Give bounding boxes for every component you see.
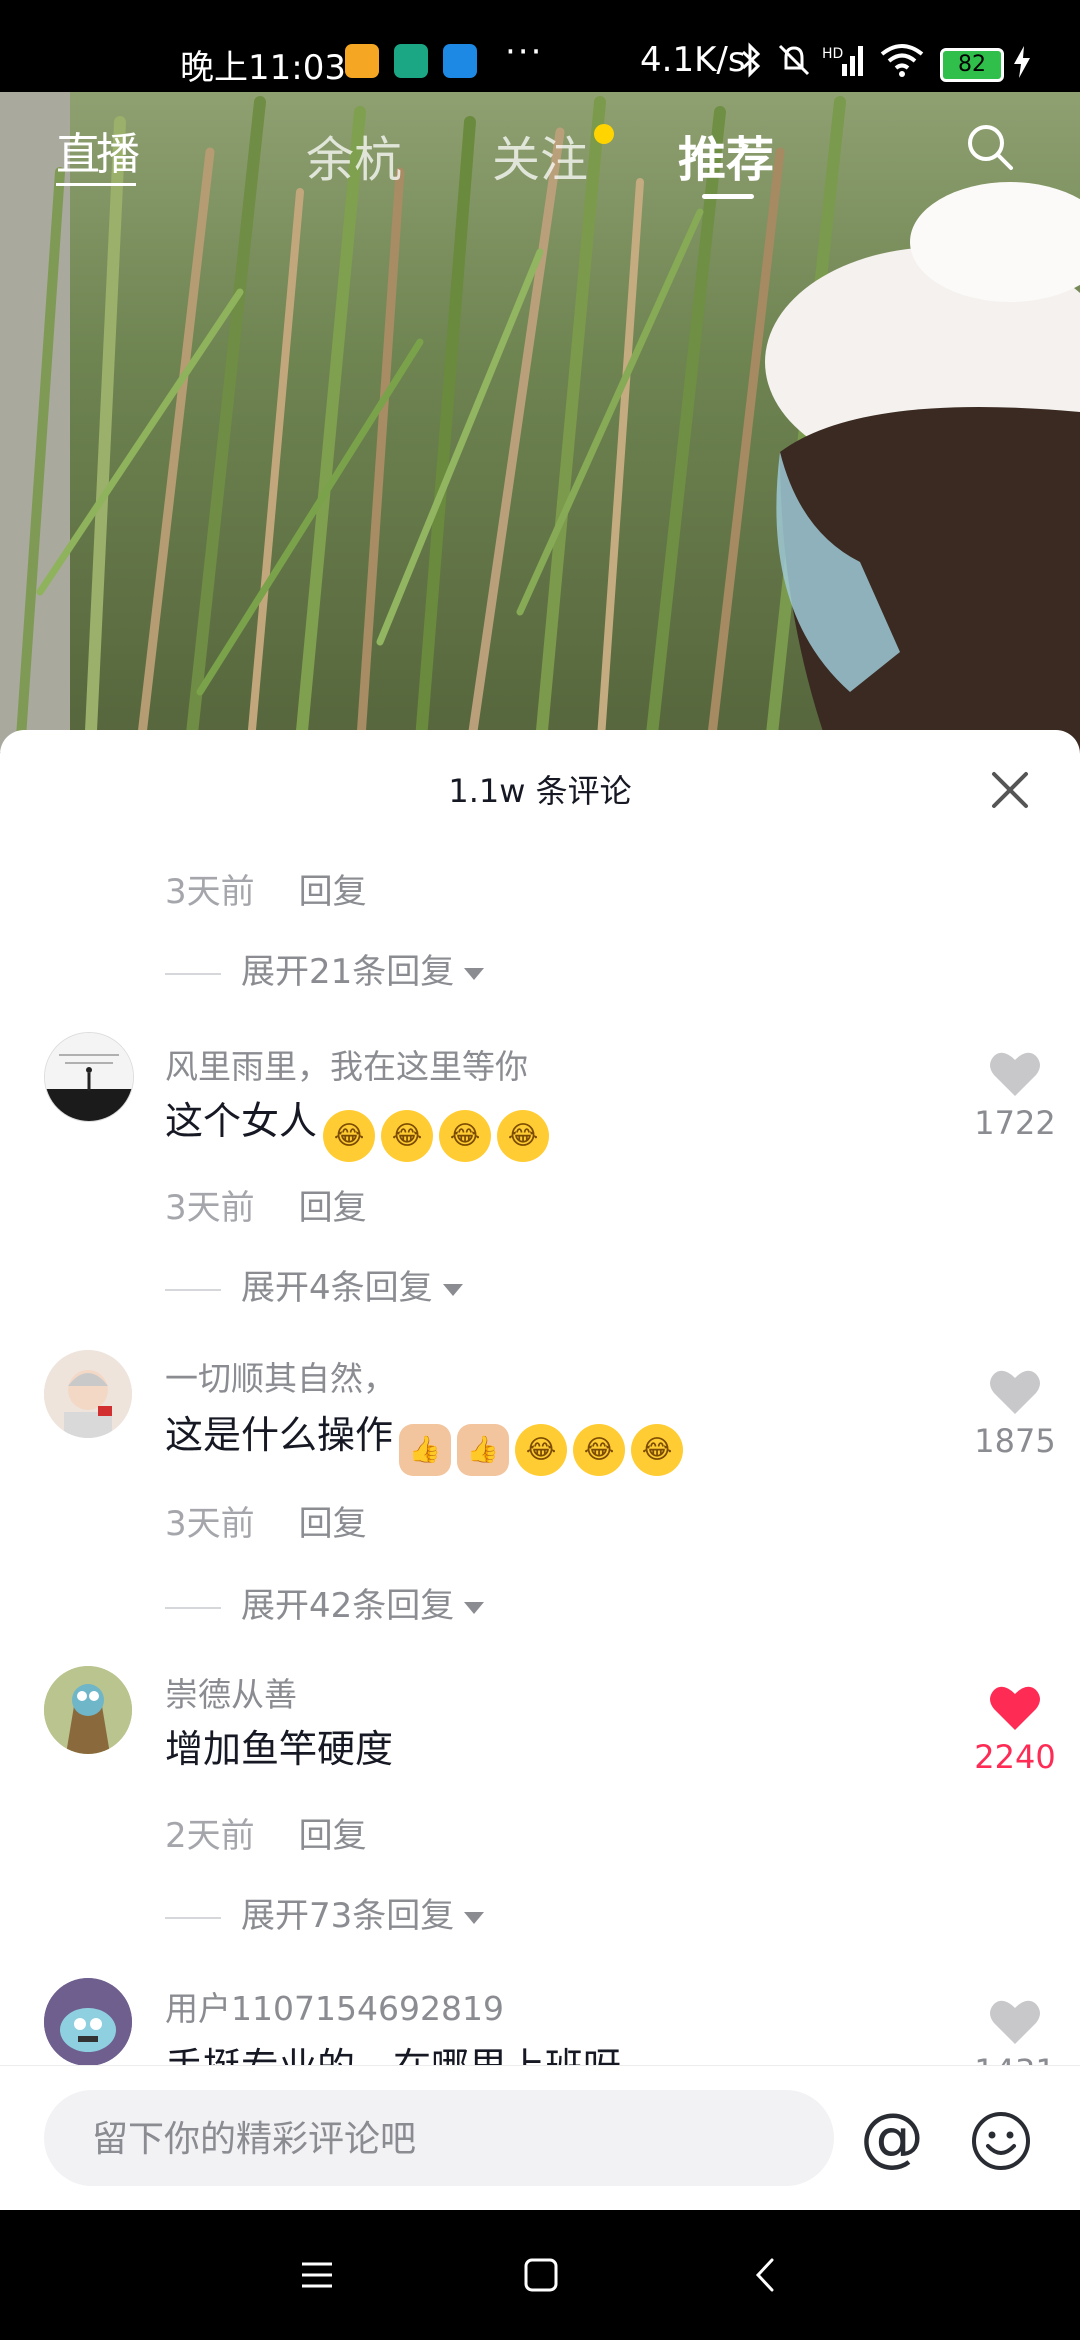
comment-time: 3天前 (165, 872, 255, 912)
avatar-image (44, 1666, 132, 1754)
avatar[interactable] (44, 1666, 132, 1754)
divider-line (165, 1606, 221, 1609)
comment-time: 3天前 (165, 1504, 255, 1544)
laughing-emoji-icon: 😂 (515, 1424, 568, 1476)
status-bar: 晚上11:03 ··· 4.1K/s HD 82 (0, 0, 1080, 92)
comment-input-box[interactable] (44, 2090, 834, 2188)
comment-text: 增加鱼竿硬度 (165, 1718, 393, 1773)
laughing-emoji-icon: 😂 (497, 1110, 550, 1162)
like-count: 1875 (974, 1422, 1056, 1460)
new-content-dot (594, 124, 614, 144)
avatar-image (45, 1033, 133, 1121)
laughing-emoji-icon: 😂 (631, 1424, 684, 1476)
chevron-down-icon (464, 967, 485, 980)
back-icon[interactable] (742, 2250, 792, 2300)
mention-button[interactable]: @ (860, 2106, 924, 2170)
mute-icon (778, 44, 810, 76)
comment-username[interactable]: 风里雨里，我在这里等你 (165, 1040, 528, 1088)
comments-count-title: 1.1w 条评论 (448, 772, 632, 810)
like-button[interactable]: 2240 (970, 1684, 1060, 1776)
expand-replies-label: 展开42条回复 (241, 1586, 455, 1626)
expand-replies[interactable]: 展开21条回复 (165, 944, 485, 993)
emoji-icon[interactable] (970, 2110, 1032, 2172)
like-button[interactable]: 1722 (970, 1050, 1060, 1142)
reply-button[interactable]: 回复 (299, 1188, 367, 1228)
status-time: 晚上11:03 (180, 48, 346, 88)
comment-text: 这是什么操作 👍 👍 😂 😂 😂 (165, 1404, 684, 1476)
heart-icon (990, 1370, 1040, 1414)
comment-username[interactable]: 崇德从善 (165, 1668, 297, 1716)
comment-meta: 3天前 回复 (165, 1496, 367, 1545)
active-tab-underline (702, 194, 754, 199)
message-app-icon (345, 44, 379, 78)
top-nav: 直播 余杭 关注 推荐 (0, 92, 1080, 202)
comments-sheet: 1.1w 条评论 3天前 回复 展开21条回复 风里雨里，我在这里等你 这个女人 😂… (0, 730, 1080, 2210)
thumbs-up-emoji-icon: 👍 (457, 1424, 510, 1476)
svg-text:HD: HD (822, 46, 843, 62)
laughing-emoji-icon: 😂 (323, 1110, 376, 1162)
laughing-emoji-icon: 😂 (439, 1110, 492, 1162)
wifi-icon (880, 44, 924, 77)
comment-meta: 2天前 回复 (165, 1808, 367, 1857)
divider-line (165, 1288, 221, 1291)
comment-text-body: 这是什么操作 (165, 1413, 394, 1457)
expand-replies-label: 展开73条回复 (241, 1896, 455, 1936)
home-icon[interactable] (516, 2250, 566, 2300)
chevron-down-icon (464, 1911, 485, 1924)
expand-replies[interactable]: 展开4条回复 (165, 1260, 463, 1309)
comment-username[interactable]: 用户1107154692819 (165, 1982, 504, 2030)
comment-input-bar: @ (0, 2065, 1080, 2211)
like-count: 1722 (974, 1104, 1056, 1142)
divider-line (165, 1916, 221, 1919)
comment-text-body: 这个女人 (165, 1099, 318, 1143)
tab-recommended[interactable]: 推荐 (678, 120, 774, 190)
live-button[interactable]: 直播 (56, 118, 140, 186)
more-notifications-icon: ··· (505, 32, 544, 72)
expand-replies[interactable]: 展开73条回复 (165, 1888, 485, 1937)
tab-local[interactable]: 余杭 (306, 120, 402, 190)
laughing-emoji-icon: 😂 (381, 1110, 434, 1162)
bluetooth-icon (741, 42, 761, 78)
comment-input[interactable] (90, 2090, 794, 2188)
expand-replies-label: 展开21条回复 (241, 952, 455, 992)
security-app-icon (394, 44, 428, 78)
divider-line (165, 972, 221, 975)
laughing-emoji-icon: 😂 (573, 1424, 626, 1476)
chevron-down-icon (464, 1601, 485, 1614)
send-app-icon (443, 44, 477, 78)
avatar-image (44, 1978, 132, 2066)
tab-following[interactable]: 关注 (492, 120, 588, 190)
battery-indicator: 82 (940, 48, 1004, 82)
avatar-image (44, 1350, 132, 1438)
signal-icon: HD (822, 46, 863, 76)
close-icon[interactable] (990, 770, 1030, 810)
menu-icon[interactable] (292, 2250, 342, 2300)
comment-time: 3天前 (165, 1188, 255, 1228)
comment-username[interactable]: 一切顺其自然， (165, 1352, 396, 1400)
network-speed: 4.1K/s (640, 40, 746, 80)
comment-time: 2天前 (165, 1816, 255, 1856)
avatar[interactable] (44, 1032, 134, 1122)
comment-meta: 3天前 回复 (165, 1180, 367, 1229)
comment-text-body: 增加鱼竿硬度 (165, 1727, 394, 1771)
chevron-down-icon (442, 1283, 463, 1296)
heart-icon (990, 1052, 1040, 1096)
heart-icon (990, 2000, 1040, 2044)
avatar[interactable] (44, 1978, 132, 2066)
expand-replies[interactable]: 展开42条回复 (165, 1578, 485, 1627)
comment-meta: 3天前 回复 (165, 864, 367, 913)
reply-button[interactable]: 回复 (299, 1816, 367, 1856)
system-nav-bar (0, 2210, 1080, 2340)
like-button[interactable]: 1875 (970, 1368, 1060, 1460)
expand-replies-label: 展开4条回复 (241, 1268, 433, 1308)
reply-button[interactable]: 回复 (299, 1504, 367, 1544)
reply-button[interactable]: 回复 (299, 872, 367, 912)
search-icon[interactable] (965, 122, 1015, 172)
like-count: 2240 (974, 1738, 1056, 1776)
thumbs-up-emoji-icon: 👍 (399, 1424, 452, 1476)
heart-filled-icon (990, 1686, 1040, 1730)
charging-icon (1014, 46, 1030, 78)
comment-text: 这个女人 😂 😂 😂 😂 (165, 1090, 550, 1162)
avatar[interactable] (44, 1350, 132, 1438)
